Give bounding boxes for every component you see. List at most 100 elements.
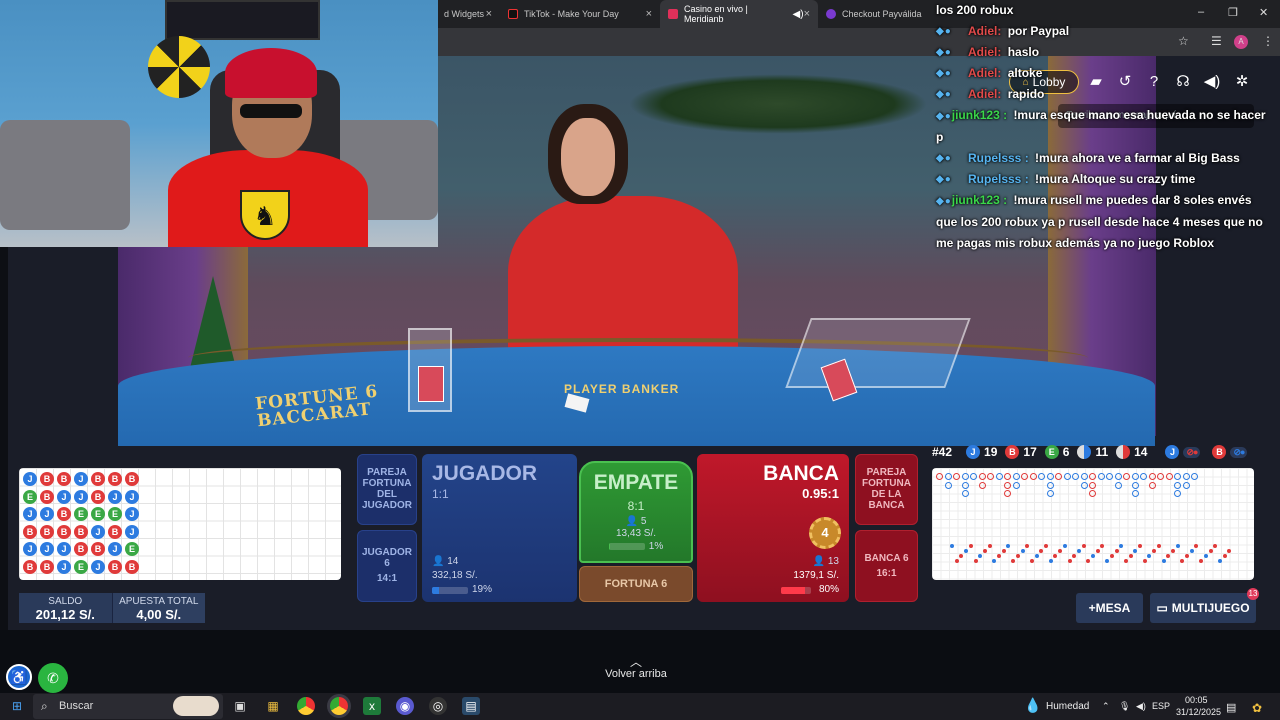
- mic-icon[interactable]: 🎙: [1119, 701, 1130, 712]
- bead-road-cell: J: [23, 507, 37, 521]
- player-ring: [1131, 473, 1139, 480]
- player-ring: [1182, 473, 1190, 480]
- bet-player6[interactable]: JUGADOR 6 14:1: [357, 530, 417, 602]
- tab-casino[interactable]: Casino en vivo | Meridianb ◀) ×: [660, 0, 818, 28]
- chat-username[interactable]: Adiel:: [968, 45, 1001, 59]
- bar-fill: [781, 587, 805, 594]
- bead-road-cell: B: [40, 489, 54, 504]
- speaker-icon[interactable]: ◀): [793, 9, 804, 20]
- placed-chip[interactable]: 4: [809, 517, 841, 549]
- bet-odds: 14:1: [376, 573, 397, 584]
- bet-player[interactable]: JUGADOR 1:1 👤 14 332,18 S/. 19%: [422, 454, 577, 602]
- excel-icon[interactable]: x: [363, 697, 381, 715]
- derived-road-mark: [1133, 549, 1138, 553]
- derived-road-mark: [1011, 559, 1016, 563]
- banker-ring: [1148, 481, 1156, 489]
- tab-checkout[interactable]: Checkout Payválida: [818, 0, 936, 28]
- derived-road-mark: [1222, 554, 1227, 558]
- chat-support-icon[interactable]: ✆: [38, 663, 68, 693]
- derived-road-mark: [954, 559, 959, 563]
- player-ring: [1114, 473, 1122, 480]
- derived-road-mark: [1105, 559, 1110, 563]
- ask-player-button[interactable]: J: [1165, 445, 1180, 459]
- tab-tiktok[interactable]: TikTok - Make Your Day ×: [500, 0, 660, 28]
- bet-percent: 1%: [648, 541, 664, 552]
- chrome-icon[interactable]: [297, 697, 315, 715]
- close-icon[interactable]: ×: [804, 8, 810, 20]
- bead-road-cell: B: [108, 524, 122, 539]
- derived-road-mark: [1166, 554, 1171, 558]
- taskbar-search[interactable]: ⌕ Buscar: [33, 694, 223, 719]
- player-ring: [1174, 490, 1181, 497]
- horse-icon: ♞: [253, 201, 277, 231]
- windows-start-icon[interactable]: ⊞: [8, 697, 26, 715]
- felt-text: PLAYER BANKER: [564, 382, 680, 396]
- banker-ring: [1157, 473, 1164, 480]
- file-explorer-icon[interactable]: ▦: [264, 697, 282, 715]
- bettor-count: 👤 14: [432, 556, 458, 567]
- derived-road-mark: [1062, 544, 1067, 548]
- saldo-value: 201,12 S/.: [35, 607, 95, 622]
- bet-amount: 13,43 S/.: [615, 528, 657, 539]
- app-icon[interactable]: ▤: [462, 697, 480, 715]
- player-ring: [1046, 490, 1054, 497]
- bead-road-cell: E: [74, 559, 88, 574]
- chat-username[interactable]: Adiel:: [968, 24, 1001, 38]
- copilot-icon[interactable]: ✿: [1252, 701, 1262, 715]
- weather-label[interactable]: Humedad: [1046, 701, 1089, 712]
- volume-tray-icon[interactable]: ◀): [1136, 701, 1146, 712]
- clock-time[interactable]: 00:05: [1185, 695, 1208, 705]
- bead-road-cell: J: [40, 507, 54, 521]
- multigame-badge: 13: [1247, 588, 1259, 600]
- close-icon[interactable]: ×: [486, 8, 492, 20]
- bead-road-panel[interactable]: JBBJBBBEBJJBJJJJBEEEJBBBBJBJJJJBBJEBBJEJ…: [19, 468, 341, 580]
- player-ring: [1114, 481, 1122, 489]
- chat-text: !mura Altoque su crazy time: [1035, 172, 1196, 186]
- chat-username[interactable]: Rupelsss :: [968, 172, 1029, 186]
- ask-banker-button[interactable]: B: [1212, 445, 1227, 459]
- chrome-active-icon[interactable]: [330, 697, 348, 715]
- player-ring: [1097, 473, 1105, 480]
- bet-fortuna6[interactable]: FORTUNA 6: [579, 566, 693, 602]
- tray-expand-icon[interactable]: ⌃: [1102, 701, 1110, 712]
- apuesta-value: 4,00 S/.: [136, 607, 182, 622]
- chat-badge-icon: ◆●: [936, 68, 952, 79]
- accessibility-icon[interactable]: ♿: [6, 664, 32, 690]
- bet-odds: 0.95:1: [802, 486, 839, 501]
- chat-body: Adiel: haslo: [968, 42, 1039, 63]
- back-to-top-button[interactable]: ︿ Volver arriba: [596, 656, 676, 680]
- bead-road-cell: J: [23, 472, 37, 486]
- chat-text: los 200 robux: [936, 3, 1014, 17]
- chat-username[interactable]: jiunk123 :: [952, 193, 1007, 207]
- language-indicator[interactable]: ESP: [1152, 701, 1170, 711]
- discord-icon[interactable]: ◉: [396, 697, 414, 715]
- close-icon[interactable]: ×: [646, 8, 652, 20]
- balance-bar: SALDO 201,12 S/. APUESTA TOTAL 4,00 S/.: [19, 593, 205, 623]
- sunglasses: [240, 104, 302, 118]
- chat-username[interactable]: Rupelsss :: [968, 151, 1029, 165]
- big-road-panel[interactable]: [932, 468, 1254, 580]
- player-ring: [1038, 473, 1045, 480]
- chat-text: !mura ahora ve a farmar al Big Bass: [1035, 151, 1240, 165]
- task-view-icon[interactable]: ▣: [231, 697, 249, 715]
- chat-username[interactable]: jiunk123 :: [952, 108, 1007, 122]
- bet-tie[interactable]: EMPATE 8:1 👤 5 13,43 S/. 1%: [579, 461, 693, 563]
- bead-road-cell: J: [108, 489, 122, 504]
- player-ring: [1131, 481, 1139, 489]
- chat-username[interactable]: Adiel:: [968, 66, 1001, 80]
- bet-banker6[interactable]: BANCA 6 16:1: [855, 530, 918, 602]
- chat-username[interactable]: Adiel:: [968, 87, 1001, 101]
- tab-label: d Widgets: [444, 9, 485, 19]
- clock-date[interactable]: 31/12/2025: [1176, 707, 1221, 717]
- bead-road-cell: J: [74, 472, 88, 486]
- tab-widgets[interactable]: d Widgets ×: [436, 0, 500, 28]
- notifications-icon[interactable]: ▤: [1226, 701, 1236, 714]
- add-table-button[interactable]: +MESA: [1076, 593, 1143, 623]
- multigame-button[interactable]: ▭ MULTIJUEGO: [1150, 593, 1256, 623]
- bet-banker-pair[interactable]: PAREJA FORTUNA DE LA BANCA: [855, 454, 918, 525]
- chat-text: por Paypal: [1007, 24, 1070, 38]
- obs-icon[interactable]: ◎: [429, 697, 447, 715]
- bet-player-pair[interactable]: PAREJA FORTUNA DEL JUGADOR: [357, 454, 417, 525]
- bead-road-cell: B: [91, 472, 105, 486]
- derived-road-mark: [1217, 559, 1222, 563]
